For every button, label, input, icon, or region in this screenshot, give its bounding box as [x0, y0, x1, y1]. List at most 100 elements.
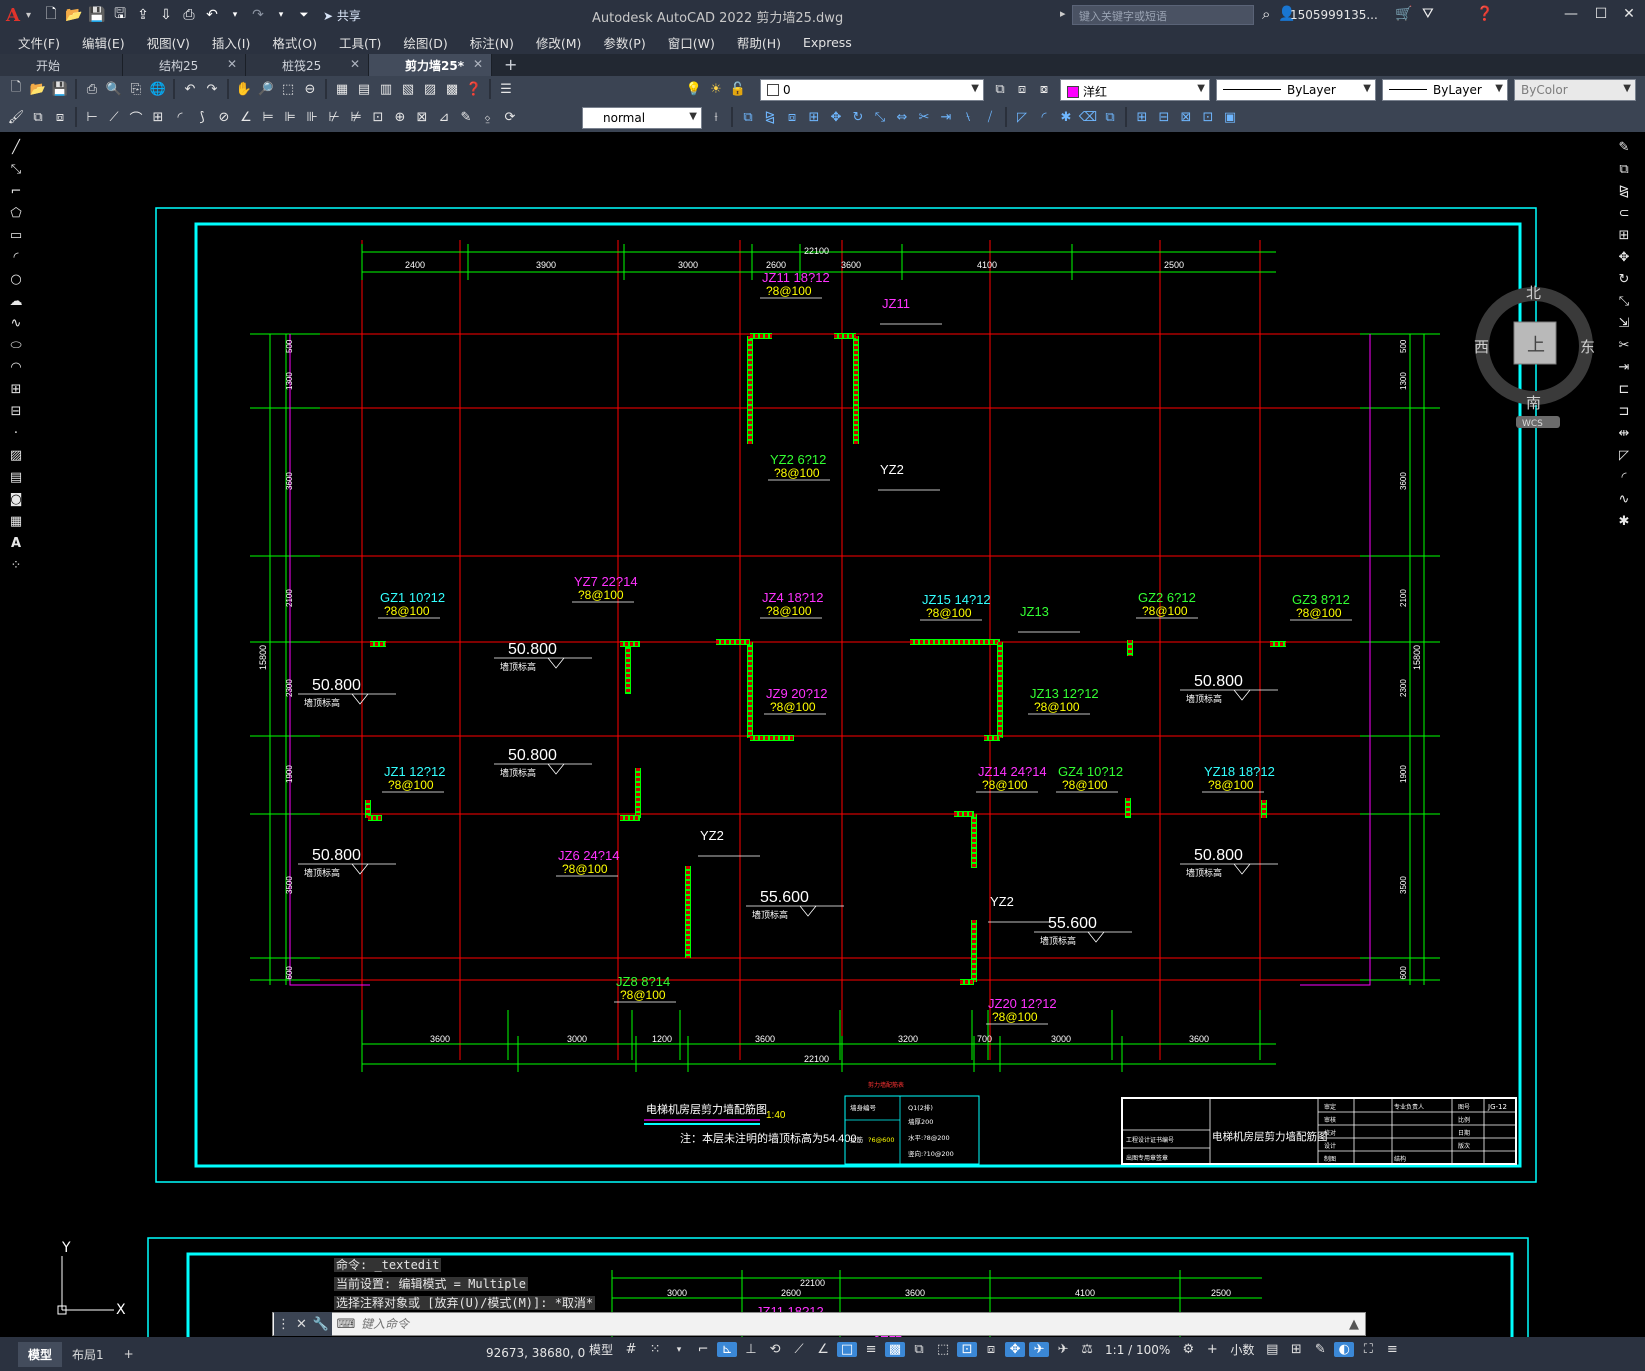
layer-lock-icon[interactable]: 🔓 [728, 79, 748, 99]
save-icon[interactable]: 💾 [50, 79, 70, 99]
plot-preview-icon[interactable]: 🔍 [104, 79, 124, 99]
rotate-icon[interactable]: ↻ [848, 107, 868, 127]
dim-break-icon[interactable]: ⊭ [346, 107, 366, 127]
command-input[interactable] [357, 1317, 1343, 1331]
isolate-objects-icon[interactable]: ✎ [1310, 1342, 1330, 1357]
annotation-scale-value[interactable]: 1:1 / 100% [1101, 1343, 1174, 1357]
dim-style-icon[interactable]: ⟊ [706, 107, 726, 127]
chamfer-icon[interactable]: ◸ [1012, 107, 1032, 127]
dim-edit-icon[interactable]: ✎ [456, 107, 476, 127]
autodesk-a360-icon[interactable]: ⛛ [1422, 6, 1434, 22]
diameter-dim-icon[interactable]: ⊘ [214, 107, 234, 127]
snap-icon[interactable]: ⁙ [645, 1342, 665, 1357]
move-icon[interactable]: ✥ [826, 107, 846, 127]
layer-on-icon[interactable]: 💡 [684, 79, 704, 99]
radius-dim-icon[interactable]: ◜ [170, 107, 190, 127]
share-button[interactable]: ➤ 共享 [323, 7, 361, 24]
lock-ui-icon[interactable]: ⊞ [1286, 1342, 1306, 1357]
menu-insert[interactable]: 插入(I) [201, 33, 261, 52]
make-current-layer-icon[interactable]: ⧉ [990, 79, 1010, 99]
aligned-dim-icon[interactable]: ⟋ [104, 107, 124, 127]
plot-icon[interactable]: ⎙ [179, 5, 199, 25]
open-file-icon[interactable]: 📂 [64, 5, 84, 25]
dynamic-ucs-icon[interactable]: ⊡ [957, 1342, 978, 1357]
stretch-icon[interactable]: ⇲ [1614, 316, 1634, 334]
tab-shearwall25[interactable]: 剪力墙25* ✕ [369, 54, 492, 76]
plotstyle-select[interactable]: ByColor ▼ [1514, 79, 1636, 101]
customize-wrench-icon[interactable]: 🔧 [313, 1317, 329, 1332]
annotation-scale-icon[interactable]: ⚖ [1077, 1342, 1097, 1357]
undo-icon[interactable]: ↶ [202, 5, 222, 25]
make-block-icon[interactable]: ⊟ [6, 404, 26, 422]
extend-icon[interactable]: ⇥ [936, 107, 956, 127]
save-icon[interactable]: 💾 [87, 5, 107, 25]
menu-edit[interactable]: 编辑(E) [71, 33, 136, 52]
transparency-icon[interactable]: ▩ [885, 1342, 906, 1357]
search-icon[interactable]: ⌕ [1262, 5, 1270, 23]
spline-icon[interactable]: ∿ [6, 316, 26, 334]
join-icon[interactable]: ⧸ [980, 107, 1000, 127]
hardware-accel-icon[interactable]: ◐ [1334, 1342, 1355, 1357]
add-selected-icon[interactable]: ⁘ [6, 558, 26, 576]
match-properties-icon[interactable]: 🖌 [6, 107, 26, 127]
object-snap-icon[interactable]: □ [837, 1342, 858, 1357]
array-icon[interactable]: ⊞ [804, 107, 824, 127]
viewcube[interactable]: 上 北 南 西 东 WCS [1472, 278, 1604, 429]
web-icon[interactable]: 🌐 [148, 79, 168, 99]
customize-qa-icon[interactable]: ⏷ [294, 5, 314, 25]
menu-format[interactable]: 格式(O) [261, 33, 328, 52]
markup-icon[interactable]: ▨ [420, 79, 440, 99]
undo-dropdown-icon[interactable]: ▾ [225, 5, 245, 25]
mtext-icon[interactable]: A [6, 536, 26, 554]
redo-dropdown-icon[interactable]: ▾ [271, 5, 291, 25]
properties-icon[interactable]: ▦ [332, 79, 352, 99]
search-expand-icon[interactable]: ▸ [1060, 7, 1066, 20]
save-to-web-icon[interactable]: ⇩ [156, 5, 176, 25]
close-icon[interactable]: ✕ [1618, 6, 1640, 22]
grip-icon[interactable]: ⋮ [277, 1317, 290, 1332]
mirror-icon[interactable]: ⧎ [760, 107, 780, 127]
app-menu-chevron-icon[interactable]: ▾ [26, 10, 31, 21]
units-value[interactable]: 小数 [1226, 1341, 1258, 1358]
trim-icon[interactable]: ✂ [914, 107, 934, 127]
linear-dim-icon[interactable]: ⊢ [82, 107, 102, 127]
menu-file[interactable]: 文件(F) [0, 33, 71, 52]
layer-walk-icon[interactable]: ⧈ [50, 107, 70, 127]
clean-screen-icon[interactable]: ⛶ [1358, 1342, 1378, 1357]
move-icon[interactable]: ✥ [1614, 250, 1634, 268]
fillet-icon[interactable]: ◜ [1614, 470, 1634, 488]
hatch-icon[interactable]: ▨ [6, 448, 26, 466]
quick-properties-icon[interactable]: ▤ [1262, 1342, 1282, 1357]
angular-dim-icon[interactable]: ∠ [236, 107, 256, 127]
menu-window[interactable]: 窗口(W) [657, 33, 726, 52]
revcloud-icon[interactable]: ☁ [6, 294, 26, 312]
rotate-icon[interactable]: ↻ [1614, 272, 1634, 290]
fillet-icon[interactable]: ◜ [1034, 107, 1054, 127]
draw-order-icon[interactable]: ⧉ [1100, 107, 1120, 127]
linetype-select[interactable]: ByLayer ▼ [1216, 79, 1376, 101]
publish-icon[interactable]: ⎘ [126, 79, 146, 99]
dim-text-edit-icon[interactable]: ⍚ [478, 107, 498, 127]
viewcube-svg[interactable]: 上 北 南 西 东 WCS [1472, 278, 1604, 429]
lineweight-select[interactable]: ByLayer ▼ [1382, 79, 1508, 101]
extend-icon[interactable]: ⇥ [1614, 360, 1634, 378]
tab-raft25[interactable]: 桩筏25 ✕ [246, 54, 369, 76]
polar-icon[interactable]: ⟲ [765, 1342, 785, 1357]
polyline-icon[interactable]: ⌐ [6, 184, 26, 202]
pan-icon[interactable]: ✋ [234, 79, 254, 99]
design-center-icon[interactable]: ▤ [354, 79, 374, 99]
copy-icon[interactable]: ⧉ [738, 107, 758, 127]
add-layout-icon[interactable]: + [114, 1343, 144, 1365]
inspect-icon[interactable]: ⊠ [412, 107, 432, 127]
minimize-icon[interactable]: — [1560, 6, 1582, 22]
dim-update-icon[interactable]: ⟳ [500, 107, 520, 127]
jogged-dim-icon[interactable]: ⟆ [192, 107, 212, 127]
zoom-realtime-icon[interactable]: 🔎 [256, 79, 276, 99]
close-command-icon[interactable]: ✕ [296, 1317, 307, 1332]
layer-select[interactable]: 0 ▼ [760, 79, 984, 101]
gizmo-icon[interactable]: ✥ [1005, 1342, 1026, 1357]
erase-icon[interactable]: ⌫ [1078, 107, 1098, 127]
copy-icon[interactable]: ⧉ [1614, 162, 1634, 180]
open-from-web-icon[interactable]: ⇪ [133, 5, 153, 25]
maximize-icon[interactable]: ☐ [1590, 6, 1612, 22]
